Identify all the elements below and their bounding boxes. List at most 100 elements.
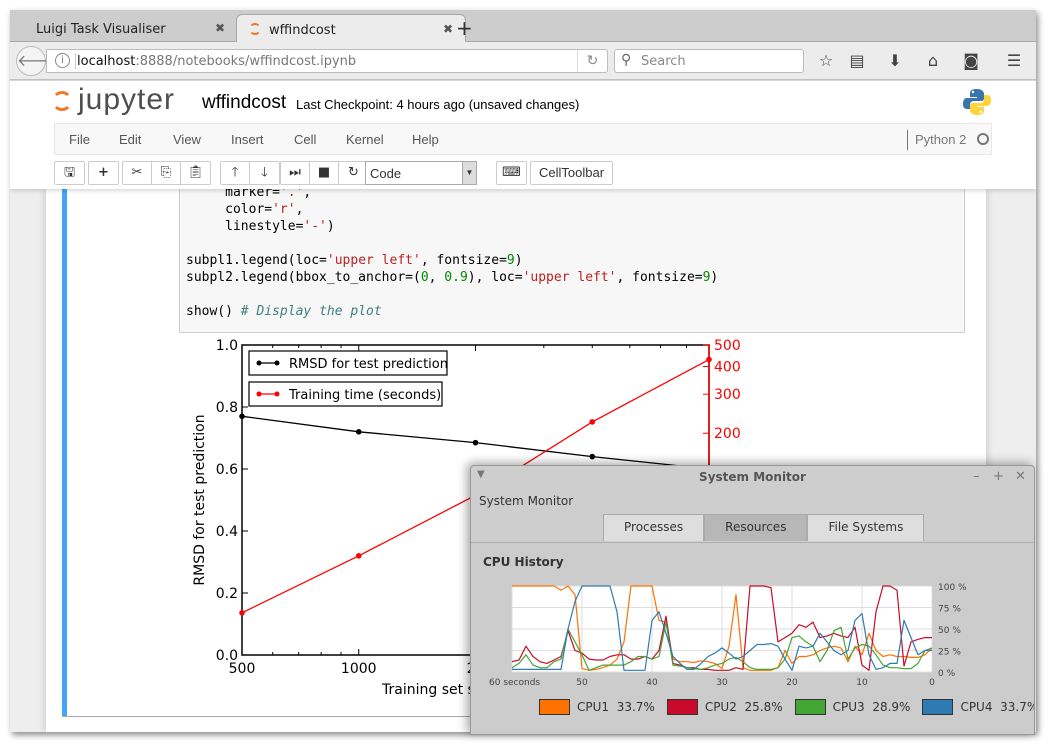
cpu2-legend-item[interactable]: CPU2 25.8%	[666, 699, 783, 715]
search-icon: ⚲	[621, 52, 632, 68]
save-icon[interactable]: 🖫	[55, 162, 84, 184]
cpu2-color-swatch[interactable]	[666, 699, 698, 715]
cpu4-color-swatch[interactable]	[922, 699, 954, 715]
legend-marker	[274, 360, 280, 366]
y-tick-label: 1.0	[216, 339, 238, 354]
cpu1-legend-item[interactable]: CPU1 33.7%	[539, 699, 655, 715]
close-tab-icon[interactable]: ✖	[443, 22, 453, 36]
run-icon[interactable]: ⏭	[281, 162, 310, 184]
system-monitor-window: ▼ System Monitor – + ✕ System Monitor Pr…	[470, 465, 1035, 735]
menu-bar: File Edit View Insert Cell Kernel Help P…	[54, 123, 992, 155]
copy-icon[interactable]: ⎘	[152, 162, 181, 184]
celltoolbar-button[interactable]: CellToolbar	[530, 161, 614, 185]
cut-icon[interactable]: ✂	[123, 162, 152, 184]
maximize-icon[interactable]: +	[993, 469, 1004, 484]
code-line: show() # Display the plot	[186, 304, 382, 319]
menu-file[interactable]: File	[69, 132, 90, 147]
cpu-legend: CPU1 33.7% CPU2 25.8% CPU3 28.9% CPU4 33…	[539, 699, 1034, 715]
url-bar[interactable]: i localhost:8888/notebooks/wffindcost.ip…	[46, 49, 608, 73]
info-icon[interactable]: i	[55, 53, 70, 68]
menu-kernel[interactable]: Kernel	[346, 132, 384, 147]
download-icon[interactable]: ⬇	[884, 51, 906, 70]
y-axis-label: RMSD for test prediction	[192, 414, 208, 585]
menu-insert[interactable]: Insert	[231, 132, 264, 147]
menu-help[interactable]: Help	[412, 132, 439, 147]
legend-marker	[274, 391, 280, 397]
y-tick-label: 0.6	[216, 462, 238, 478]
code-line: subpl1.legend(loc='upper left', fontsize…	[186, 253, 523, 268]
new-tab-button[interactable]: +	[456, 16, 473, 40]
cpu1-color-swatch[interactable]	[539, 699, 570, 715]
bookmark-star-icon[interactable]: ☆	[815, 51, 837, 70]
resources-panel: CPU History 100 % 75 % 50 % 25 % 0 % 60 secon…	[471, 542, 1034, 734]
data-point	[589, 453, 596, 460]
move-down-icon[interactable]: 🡓	[250, 162, 279, 184]
y2-tick-label: 500	[714, 339, 741, 354]
insert-cell-icon[interactable]: +	[89, 162, 118, 184]
back-button[interactable]: 🡐	[16, 46, 60, 76]
tab-wffindcost[interactable]: wffindcost ✖	[236, 14, 466, 42]
minimize-icon[interactable]: –	[973, 469, 980, 484]
home-icon[interactable]: ⌂	[922, 51, 944, 70]
tab-label: Luigi Task Visualiser	[36, 22, 166, 37]
keyboard-icon[interactable]: ⌨	[497, 162, 526, 184]
x-axis-label: 0	[929, 678, 935, 688]
window-title: System Monitor	[699, 470, 806, 484]
y-axis-label: 25 %	[938, 648, 961, 658]
url-host: localhost	[77, 54, 136, 69]
notebook-name[interactable]: wffindcost	[202, 92, 286, 114]
data-point	[239, 609, 245, 616]
tab-processes[interactable]: Processes	[603, 514, 705, 541]
cpu3-legend-item[interactable]: CPU3 28.9%	[794, 699, 910, 715]
data-point	[355, 553, 362, 559]
restart-icon[interactable]: ↻	[339, 162, 368, 184]
y-axis-label: 100 %	[938, 583, 967, 593]
data-point	[706, 356, 712, 363]
interrupt-icon[interactable]: ■	[310, 162, 339, 184]
code-cell-input[interactable]: marker='.', color='r', linestyle='-') su…	[179, 179, 965, 333]
data-point	[239, 413, 245, 420]
menu-cell[interactable]: Cell	[294, 132, 316, 147]
reading-list-icon[interactable]: ▤	[846, 51, 868, 70]
x-tick-label: 1000	[341, 661, 377, 677]
checkpoint-status: Last Checkpoint: 4 hours ago (unsaved ch…	[296, 97, 580, 112]
menu-edit[interactable]: Edit	[119, 132, 141, 147]
tab-luigi-task-visualiser[interactable]: Luigi Task Visualiser ✖	[12, 14, 237, 42]
hamburger-menu-icon[interactable]: ☰	[1003, 51, 1025, 70]
menu-view[interactable]: View	[173, 132, 201, 147]
cell-type-value: Code	[370, 166, 402, 181]
legend-marker	[256, 391, 262, 397]
y2-tick-label: 200	[714, 426, 741, 442]
cpu4-legend-item[interactable]: CPU4 33.7%	[922, 699, 1034, 715]
tab-file-systems[interactable]: File Systems	[807, 514, 925, 541]
selected-cell-indicator	[62, 189, 67, 716]
y2-tick-label: 300	[714, 387, 741, 403]
reload-button[interactable]: ↻	[577, 50, 607, 72]
cpu1-value: 33.7%	[616, 700, 655, 714]
x-axis-label: 60 seconds	[489, 678, 540, 688]
cell-type-select[interactable]: Code ▼	[365, 161, 477, 185]
x-axis-label: 40	[646, 678, 658, 688]
y-axis-label: 0 %	[938, 669, 956, 679]
close-tab-icon[interactable]: ✖	[215, 21, 225, 35]
y-tick-label: 0.2	[216, 586, 238, 602]
cpu3-color-swatch[interactable]	[794, 699, 826, 715]
move-up-icon[interactable]: 🡑	[221, 162, 250, 184]
pocket-icon[interactable]: ◙	[960, 51, 982, 70]
url-separator	[75, 53, 76, 69]
chevron-down-icon: ▼	[462, 162, 476, 184]
search-placeholder: Search	[641, 54, 686, 69]
y-tick-label: 0.4	[216, 524, 238, 540]
notebook-toolbar: 🖫 + ✂ ⎘ 📋︎ 🡑 🡓 ⏭ ■ ↻ Code ▼ ⌨ CellToolba…	[54, 159, 994, 187]
search-input[interactable]: ⚲ Search	[614, 49, 804, 73]
kernel-idle-indicator-icon	[977, 133, 989, 145]
cpu-history-heading: CPU History	[483, 555, 564, 569]
tab-resources[interactable]: Resources	[704, 514, 808, 541]
system-monitor-tabs: Processes Resources File Systems	[603, 514, 925, 541]
paste-icon[interactable]: 📋︎	[181, 162, 210, 184]
data-point	[589, 419, 596, 425]
close-icon[interactable]: ✕	[1015, 469, 1026, 484]
code-line: color='r',	[186, 202, 304, 217]
